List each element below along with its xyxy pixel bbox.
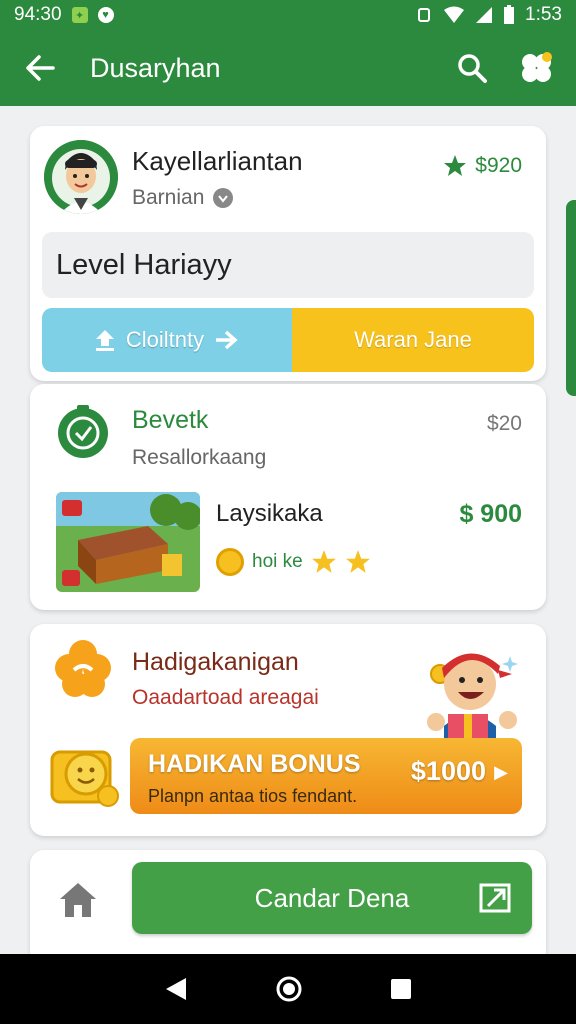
clover-icon[interactable] — [518, 50, 554, 86]
mascot-illustration — [427, 653, 518, 744]
level-banner: Level Hariayy — [42, 232, 534, 298]
bonus-card: Hadigakanigan Oaadartoad areagai HADIKAN… — [30, 624, 546, 836]
side-drawer-tab[interactable] — [566, 200, 576, 396]
bonus-banner-amount: $1000 — [410, 756, 486, 786]
back-button[interactable] — [10, 38, 70, 98]
status-time-right: 1:53 — [525, 4, 562, 25]
item-tag-row: hoi ke — [216, 548, 371, 576]
profile-subtitle: Barnian — [132, 186, 205, 209]
star-icon — [444, 155, 467, 176]
search-icon[interactable] — [456, 52, 488, 84]
cloiltnty-label: Cloiltnty — [125, 327, 205, 352]
home-icon — [60, 883, 96, 917]
battery-icon — [504, 5, 515, 24]
item-tag: hoi ke — [252, 551, 303, 572]
arrow-right-icon — [216, 330, 238, 350]
bonus-card-title: Hadigakanigan — [132, 648, 299, 676]
chevron-right-icon: ▶ — [494, 762, 508, 782]
info-icon[interactable] — [212, 187, 234, 209]
nav-home-icon[interactable] — [275, 975, 303, 1003]
bonus-card-subtitle: Oaadartoad areagai — [132, 686, 319, 709]
waran-jane-label: Waran Jane — [354, 327, 472, 352]
footer-card: Candar Dena — [30, 850, 546, 954]
upload-icon — [95, 330, 114, 351]
profile-price-row: $920 — [443, 154, 522, 178]
profile-action-buttons: Cloiltnty Waran Jane — [42, 308, 534, 372]
wifi-icon — [444, 6, 465, 23]
star-icon — [345, 550, 370, 573]
star-icon — [311, 550, 336, 573]
profile-name: Kayellarliantan — [132, 146, 303, 176]
cta-label: Candar Dena — [254, 882, 410, 913]
candar-dena-button[interactable]: Candar Dena — [132, 862, 532, 934]
item-card: Bevetk Resallorkaang $20 Laysikaka $ 900… — [30, 384, 546, 610]
item-price: $ 900 — [459, 500, 522, 528]
nav-recents-icon[interactable] — [390, 978, 412, 1000]
cloiltnty-button[interactable]: Cloiltnty — [42, 308, 292, 372]
external-link-icon — [479, 883, 511, 913]
profile-price: $920 — [475, 154, 522, 177]
system-nav-bar — [0, 954, 576, 1024]
status-time-left: 94:30 — [14, 4, 62, 25]
coin-icon — [216, 548, 244, 576]
item-name: Laysikaka — [216, 500, 323, 527]
page-title: Dusaryhan — [90, 52, 221, 83]
item-card-price: $20 — [486, 412, 522, 435]
waran-jane-button[interactable]: Waran Jane — [292, 308, 534, 372]
coins-icon — [50, 750, 119, 807]
profile-card: Kayellarliantan Barnian $920 Level Haria… — [30, 126, 546, 381]
home-button[interactable] — [44, 864, 112, 936]
bonus-banner-button[interactable]: HADIKAN BONUS Planpn antaa tios fendant.… — [130, 738, 522, 814]
notification-app-icon: ✦ — [71, 7, 88, 23]
nav-back-icon[interactable] — [164, 976, 188, 1002]
item-card-subtitle: Resallorkaang — [132, 446, 267, 469]
app-bar: Dusaryhan — [0, 30, 576, 106]
back-arrow-icon — [26, 55, 55, 81]
notification-heart-icon: ♥ — [97, 7, 114, 23]
item-thumbnail[interactable] — [56, 492, 200, 592]
profile-subtitle-row: Barnian — [132, 186, 234, 210]
status-bar: 94:30 ✦ ♥ 1:53 — [0, 0, 576, 30]
level-text: Level Hariayy — [56, 248, 232, 281]
bonus-banner-subtitle: Planpn antaa tios fendant. — [148, 786, 358, 806]
bonus-banner-title: HADIKAN BONUS — [148, 750, 361, 778]
signal-icon — [476, 7, 493, 23]
vibrate-icon — [418, 8, 431, 22]
item-card-title: Bevetk — [132, 406, 209, 434]
flower-icon — [55, 640, 111, 697]
avatar[interactable] — [44, 140, 118, 214]
timer-icon — [58, 405, 108, 458]
